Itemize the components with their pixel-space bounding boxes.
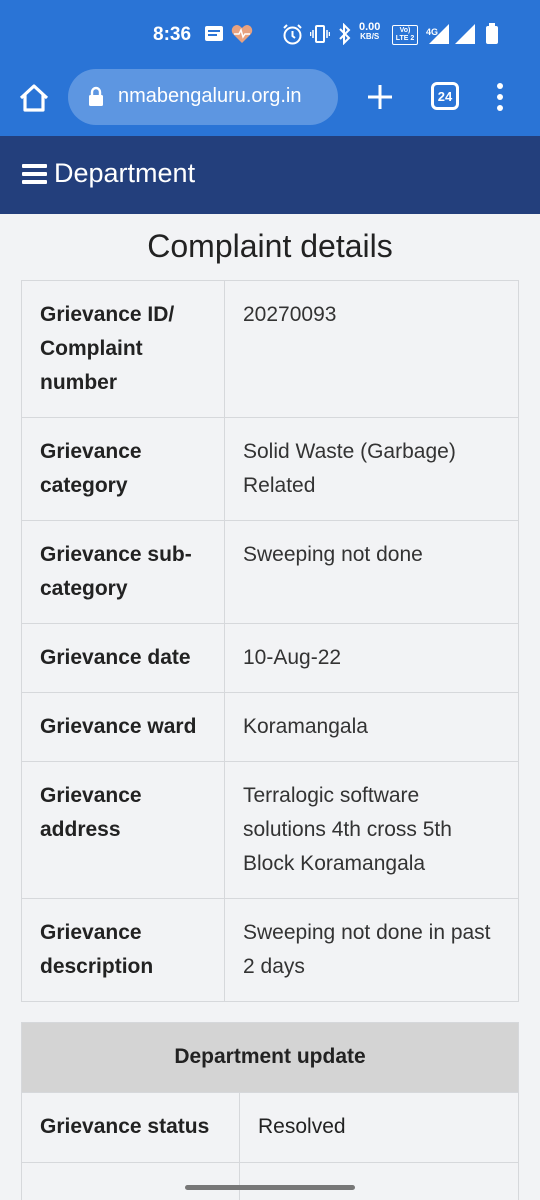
- vibrate-icon: [310, 22, 330, 46]
- address-bar[interactable]: nmabengaluru.org.in: [68, 69, 338, 125]
- table-row: [21, 1162, 519, 1200]
- row-label: Grievance address: [21, 761, 225, 899]
- home-button[interactable]: [16, 80, 52, 116]
- row-value: Terralogic software solutions 4th cross …: [224, 761, 519, 899]
- complaint-details-table: Grievance ID/ Complaint number 20270093 …: [21, 280, 519, 1002]
- hamburger-menu-icon[interactable]: [22, 164, 47, 184]
- url-text: nmabengaluru.org.in: [118, 85, 302, 107]
- network-type-label: 4G: [426, 27, 439, 37]
- home-icon: [19, 84, 49, 112]
- row-value: 20270093: [224, 280, 519, 418]
- row-label: Grievance status: [21, 1092, 240, 1163]
- row-value: Koramangala: [224, 692, 519, 762]
- bluetooth-icon: [338, 22, 352, 46]
- table-row: Grievance address Terralogic software so…: [21, 761, 519, 899]
- row-label: Grievance description: [21, 898, 225, 1002]
- row-label: Grievance ward: [21, 692, 225, 762]
- section-heading: Department update: [21, 1022, 519, 1093]
- tab-switcher-button[interactable]: 24: [431, 82, 459, 110]
- site-header: Department: [0, 136, 540, 214]
- battery-icon: [485, 22, 499, 46]
- signal-icon: [453, 22, 477, 46]
- alarm-icon: [282, 22, 303, 46]
- row-label: Grievance ID/ Complaint number: [21, 280, 225, 418]
- table-row: Grievance status Resolved: [21, 1092, 519, 1163]
- row-label: Grievance category: [21, 417, 225, 521]
- page-title: Complaint details: [147, 228, 393, 264]
- row-value: Solid Waste (Garbage) Related: [224, 417, 519, 521]
- message-icon: [204, 22, 224, 46]
- browser-menu-button[interactable]: [492, 82, 508, 112]
- gesture-nav-bar[interactable]: [185, 1185, 355, 1190]
- row-value: 10-Aug-22: [224, 623, 519, 693]
- table-row: Grievance ward Koramangala: [21, 692, 519, 762]
- volte-icon: Vo) LTE 2: [392, 25, 418, 45]
- row-label: Grievance sub-category: [21, 520, 225, 624]
- lock-icon: [89, 86, 103, 106]
- network-speed: 0.00 KB/S: [359, 21, 381, 42]
- row-value: [239, 1162, 519, 1200]
- clock: 8:36: [153, 24, 192, 45]
- table-row: Grievance category Solid Waste (Garbage)…: [21, 417, 519, 521]
- table-row: Grievance sub-category Sweeping not done: [21, 520, 519, 624]
- status-bar: 8:36 0.00 KB/S Vo) LTE 2 4G: [0, 0, 540, 66]
- new-tab-button[interactable]: [366, 83, 394, 111]
- plus-icon: [368, 85, 392, 109]
- browser-toolbar: nmabengaluru.org.in 24: [0, 66, 540, 136]
- table-row: Grievance date 10-Aug-22: [21, 623, 519, 693]
- row-value: Resolved: [239, 1092, 519, 1163]
- department-update-table: Department update Grievance status Resol…: [21, 1022, 519, 1200]
- table-row: Grievance description Sweeping not done …: [21, 898, 519, 1002]
- row-value: Sweeping not done in past 2 days: [224, 898, 519, 1002]
- more-vert-icon: [497, 83, 503, 111]
- row-value: Sweeping not done: [224, 520, 519, 624]
- header-title[interactable]: Department: [54, 158, 195, 189]
- row-label: [21, 1162, 240, 1200]
- table-row: Grievance ID/ Complaint number 20270093: [21, 280, 519, 418]
- heart-rate-icon: [231, 22, 253, 46]
- row-label: Grievance date: [21, 623, 225, 693]
